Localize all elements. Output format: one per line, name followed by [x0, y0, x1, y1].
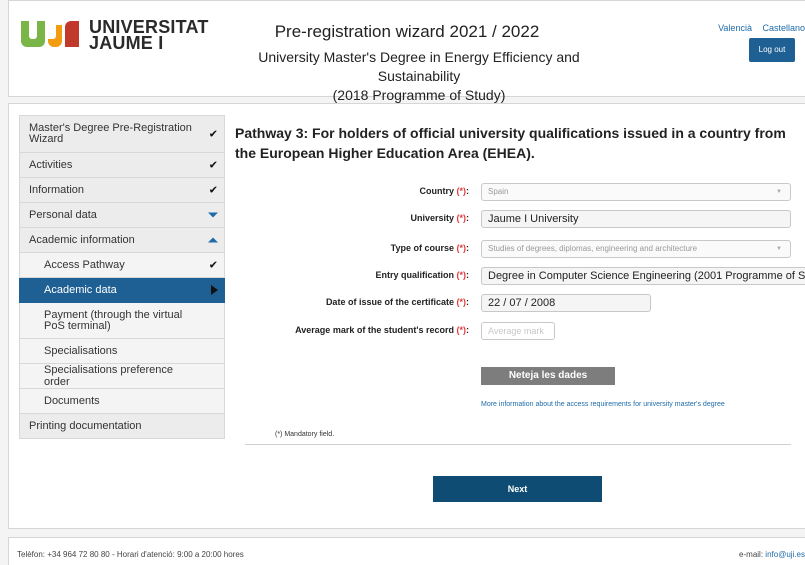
- chevron-down-icon: ▼: [776, 246, 782, 252]
- clear-data-button[interactable]: Neteja les dades introduïdes: [481, 367, 615, 399]
- check-icon: ✔: [208, 184, 218, 197]
- required-marker: (*): [456, 297, 467, 307]
- country-row: Country (*): Spain ▼: [235, 183, 805, 203]
- university-row: University (*): Jaume I University: [235, 210, 805, 230]
- required-marker: (*): [456, 213, 467, 223]
- next-button[interactable]: Next: [433, 476, 602, 502]
- sidebar-item-label: Payment (through the virtual PoS termina…: [44, 308, 183, 332]
- required-marker: (*): [456, 186, 467, 196]
- sidebar-item-label: Specialisations preference order: [44, 364, 174, 388]
- sidebar-item-personal-data[interactable]: Personal data: [19, 203, 225, 228]
- entry-qualification-label: Entry qualification (*):: [375, 270, 469, 280]
- course-type-label: Type of course (*):: [390, 243, 469, 253]
- average-mark-row: Average mark of the student's record (*)…: [235, 322, 805, 342]
- university-field[interactable]: Jaume I University: [481, 210, 791, 228]
- issue-date-field[interactable]: 22 / 07 / 2008: [481, 294, 651, 312]
- wizard-title: Pre-registration wizard 2021 / 2022: [274, 22, 540, 41]
- issue-date-label: Date of issue of the certificate (*):: [325, 297, 469, 307]
- sidebar-item-label: Master's Degree Pre-Registration Wizard: [29, 122, 192, 145]
- contact-info: Telèfon: +34 964 72 80 80 - Horari d'ate…: [17, 550, 244, 559]
- entry-qualification-field[interactable]: Degree in Computer Science Engineering (…: [481, 267, 805, 285]
- wizard-sidebar: Master's Degree Pre-Registration Wizard …: [19, 115, 225, 439]
- arrow-right-icon: [211, 285, 218, 295]
- course-type-row: Type of course (*): Studies of degrees, …: [235, 240, 805, 260]
- lang-valencia-link[interactable]: Valencià: [718, 23, 752, 33]
- logout-button[interactable]: Log out: [749, 38, 795, 62]
- sidebar-item-label: Academic information: [29, 234, 135, 246]
- check-icon: ✔: [208, 128, 218, 141]
- country-label: Country (*):: [419, 186, 469, 196]
- access-requirements-link[interactable]: More information about the access requir…: [481, 401, 725, 408]
- sidebar-item-activities[interactable]: Activities ✔: [19, 153, 225, 178]
- sidebar-item-label: Access Pathway: [44, 259, 125, 271]
- mandatory-field-note: (*) Mandatory field.: [275, 431, 335, 438]
- sidebar-item-printing[interactable]: Printing documentation: [19, 414, 225, 439]
- sidebar-item-label: Personal data: [29, 209, 97, 221]
- chevron-down-icon: ▼: [776, 189, 782, 195]
- chevron-up-icon: [208, 237, 218, 243]
- issue-date-row: Date of issue of the certificate (*): 22…: [235, 294, 805, 314]
- lang-castellano-link[interactable]: Castellano: [762, 23, 805, 33]
- country-select[interactable]: Spain ▼: [481, 183, 791, 201]
- email-info: e-mail: info@uji.es: [739, 550, 805, 559]
- page-header: UNIVERSITAT JAUME I Pre-registration wiz…: [8, 0, 805, 103]
- degree-name: University Master's Degree in Energy Eff…: [258, 49, 580, 84]
- check-icon: ✔: [208, 159, 218, 172]
- sidebar-item-label: Information: [29, 184, 85, 196]
- sidebar-item-wizard[interactable]: Master's Degree Pre-Registration Wizard …: [19, 115, 225, 153]
- sidebar-item-label: Activities: [29, 159, 73, 171]
- university-label: University (*):: [410, 213, 469, 223]
- required-marker: (*): [456, 325, 467, 335]
- language-switcher: Valencià Castellano: [710, 23, 805, 33]
- sidebar-item-documents[interactable]: Documents: [19, 389, 225, 414]
- average-mark-label: Average mark of the student's record (*)…: [295, 325, 469, 335]
- entry-qualification-row: Entry qualification (*): Degree in Compu…: [235, 267, 805, 287]
- sidebar-item-information[interactable]: Information ✔: [19, 178, 225, 203]
- email-label: e-mail:: [739, 550, 764, 559]
- sidebar-item-label: Documents: [44, 395, 100, 407]
- pathway-heading: Pathway 3: For holders of official unive…: [235, 125, 786, 161]
- sidebar-item-academic-data[interactable]: Academic data: [19, 278, 225, 303]
- form-divider: [245, 444, 791, 445]
- sidebar-item-specialisations-order[interactable]: Specialisations preference order: [19, 364, 225, 389]
- sidebar-item-academic-information[interactable]: Academic information: [19, 228, 225, 253]
- sidebar-item-specialisations[interactable]: Specialisations: [19, 339, 225, 364]
- sidebar-item-label: Academic data: [44, 284, 117, 296]
- required-marker: (*): [456, 270, 467, 280]
- main-panel: Master's Degree Pre-Registration Wizard …: [8, 103, 805, 529]
- course-type-select[interactable]: Studies of degrees, diplomas, engineerin…: [481, 240, 791, 258]
- average-mark-input[interactable]: Average mark: [481, 322, 555, 340]
- email-link[interactable]: info@uji.es: [765, 550, 805, 559]
- degree-subtitle: University Master's Degree in Energy Eff…: [229, 48, 609, 105]
- check-icon: ✔: [208, 259, 218, 272]
- required-marker: (*): [456, 243, 467, 253]
- page-footer: Telèfon: +34 964 72 80 80 - Horari d'ate…: [8, 537, 805, 565]
- sidebar-item-payment[interactable]: Payment (through the virtual PoS termina…: [19, 303, 225, 339]
- sidebar-item-access-pathway[interactable]: Access Pathway ✔: [19, 253, 225, 278]
- chevron-down-icon: [208, 212, 218, 218]
- sidebar-item-label: Specialisations: [44, 345, 118, 357]
- sidebar-item-label: Printing documentation: [29, 420, 142, 432]
